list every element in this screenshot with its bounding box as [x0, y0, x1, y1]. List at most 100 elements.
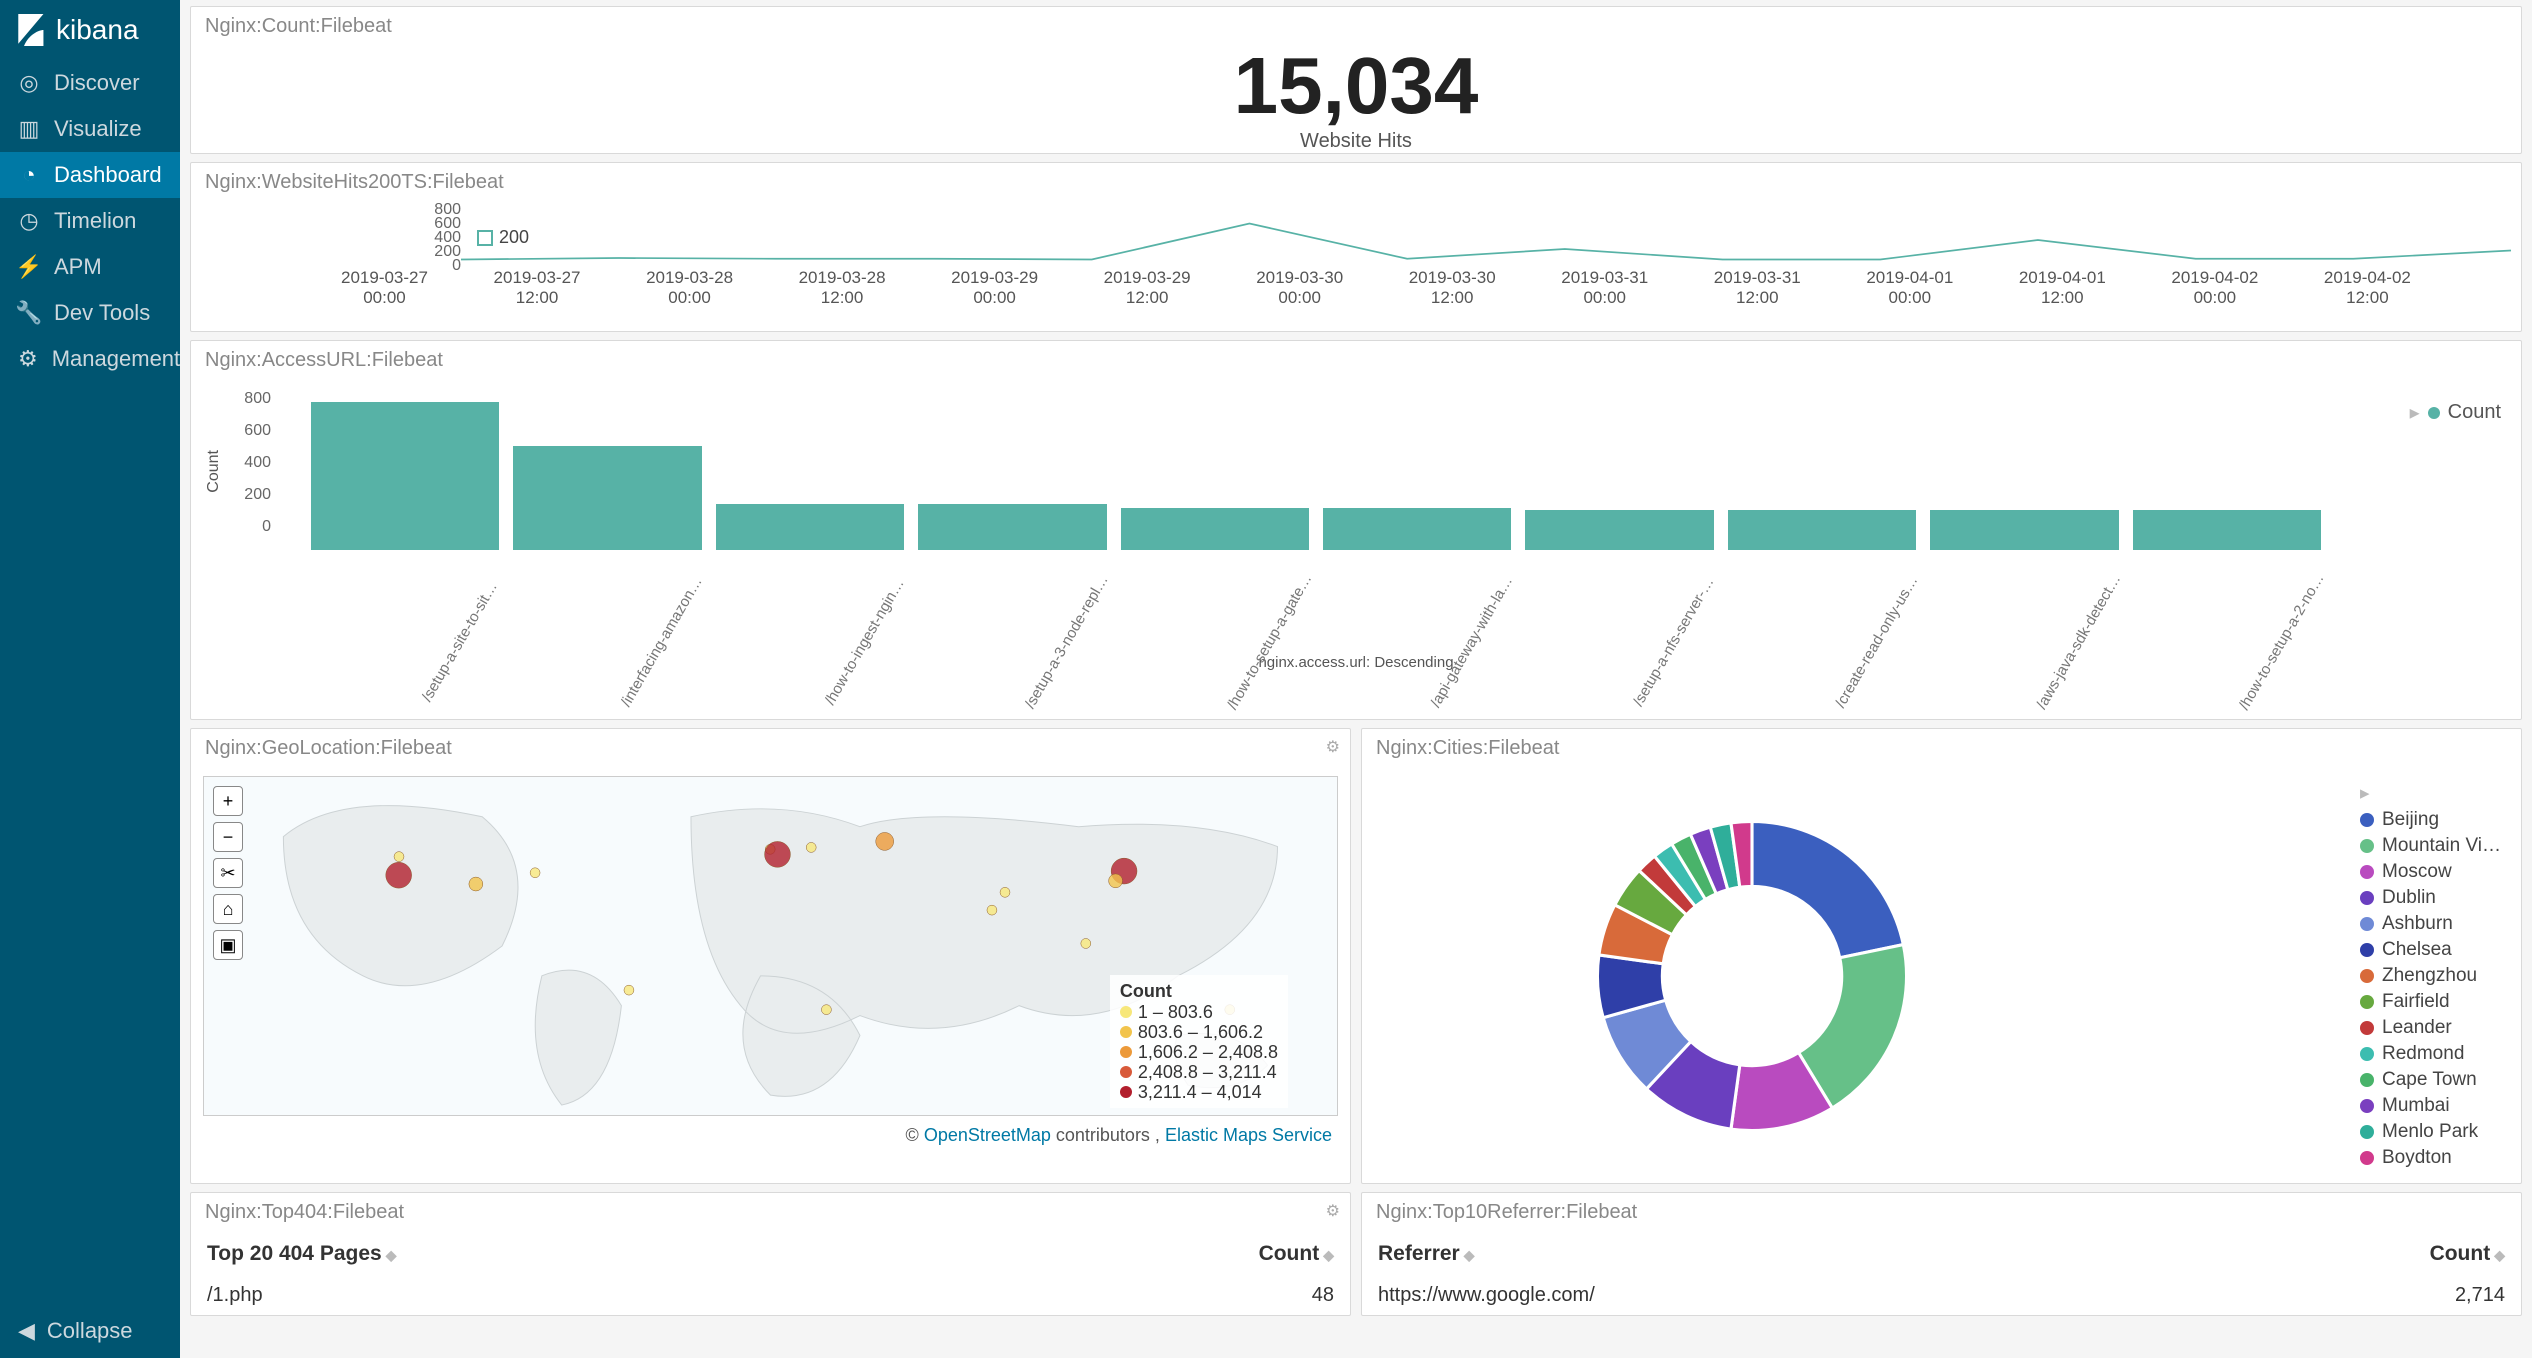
legend-item[interactable]: Beijing — [2360, 809, 2501, 831]
collapse-label: Collapse — [47, 1318, 133, 1344]
ts-y-axis: 8006004002000 — [421, 203, 461, 273]
gear-icon[interactable]: ⚙ — [1326, 1201, 1340, 1221]
nav-label: Discover — [54, 70, 140, 96]
bar[interactable] — [1728, 510, 1916, 550]
sort-icon: ◆ — [1323, 1247, 1334, 1263]
legend-swatch — [2360, 1099, 2374, 1113]
legend-label: Moscow — [2382, 861, 2452, 883]
legend-item[interactable]: Cape Town — [2360, 1069, 2501, 1091]
zoom-in-button[interactable]: + — [213, 786, 243, 816]
legend-item[interactable]: Leander — [2360, 1017, 2501, 1039]
legend-label: 200 — [499, 227, 529, 248]
legend-item[interactable]: Dublin — [2360, 887, 2501, 909]
nav-item-apm[interactable]: ⚡ APM — [0, 244, 180, 290]
legend-label: Mountain Vi… — [2382, 835, 2501, 857]
panel-referrer: Nginx:Top10Referrer:Filebeat Referrer◆ C… — [1361, 1192, 2522, 1316]
legend-item[interactable]: Menlo Park — [2360, 1121, 2501, 1143]
panel-title: Nginx:Top10Referrer:Filebeat — [1362, 1193, 2521, 1232]
legend-swatch — [2360, 1021, 2374, 1035]
legend-label: Zhengzhou — [2382, 965, 2477, 987]
legend-item[interactable]: Chelsea — [2360, 939, 2501, 961]
ts-legend[interactable]: 200 — [471, 225, 535, 250]
collapse-button[interactable]: ◀ Collapse — [0, 1304, 180, 1358]
panel-title: Nginx:Top404:Filebeat — [191, 1193, 1350, 1232]
bar[interactable] — [918, 504, 1106, 550]
legend-label: Dublin — [2382, 887, 2436, 909]
legend-swatch — [1120, 1006, 1132, 1018]
legend-label: Beijing — [2382, 809, 2439, 831]
bar[interactable] — [1525, 510, 1713, 550]
gear-icon[interactable]: ⚙ — [1326, 737, 1340, 757]
metric-value: 15,034 — [191, 46, 2521, 126]
ems-link[interactable]: Elastic Maps Service — [1165, 1125, 1332, 1145]
bar[interactable] — [513, 446, 701, 550]
bar[interactable] — [716, 504, 904, 550]
panel-barchart: Nginx:AccessURL:Filebeat Count 800600400… — [190, 340, 2522, 720]
brand-label: kibana — [56, 14, 139, 46]
col-referrer[interactable]: Referrer◆ — [1362, 1232, 2171, 1276]
col-count[interactable]: Count◆ — [971, 1232, 1350, 1276]
legend-swatch — [1120, 1026, 1132, 1038]
nav-label: Dev Tools — [54, 300, 150, 326]
legend-item[interactable]: Redmond — [2360, 1043, 2501, 1065]
legend-swatch — [2360, 917, 2374, 931]
legend-swatch — [2360, 943, 2374, 957]
col-count[interactable]: Count◆ — [2171, 1232, 2521, 1276]
timeseries-chart[interactable] — [461, 204, 2511, 264]
panel-metric: Nginx:Count:Filebeat 15,034 Website Hits — [190, 6, 2522, 154]
donut-legend: ▸BeijingMountain Vi…MoscowDublinAshburnC… — [2360, 782, 2501, 1169]
nav-item-dashboard[interactable]: ◔Dashboard — [0, 152, 180, 198]
nav-item-dev-tools[interactable]: 🔧Dev Tools — [0, 290, 180, 336]
donut-chart[interactable] — [1582, 806, 1922, 1146]
legend-swatch — [2360, 1073, 2374, 1087]
bolt-icon: ⚡ — [18, 256, 40, 278]
sort-icon: ◆ — [2494, 1247, 2505, 1263]
panel-title: Nginx:WebsiteHits200TS:Filebeat — [191, 163, 2521, 202]
nav-item-management[interactable]: ⚙Management — [0, 336, 180, 382]
dashboard-main: Nginx:Count:Filebeat 15,034 Website Hits… — [180, 0, 2532, 1358]
nav-label: Management — [52, 346, 180, 372]
legend-item[interactable]: Ashburn — [2360, 913, 2501, 935]
bar-row[interactable] — [221, 390, 2491, 550]
sort-icon: ◆ — [386, 1247, 397, 1263]
bar[interactable] — [1121, 508, 1309, 550]
bar[interactable] — [1323, 508, 1511, 550]
bar[interactable] — [2133, 510, 2321, 550]
legend-label: Leander — [2382, 1017, 2452, 1039]
col-page[interactable]: Top 20 404 Pages◆ — [191, 1232, 971, 1276]
legend-item[interactable]: Zhengzhou — [2360, 965, 2501, 987]
map-attribution: © OpenStreetMap contributors , Elastic M… — [203, 1121, 1338, 1146]
legend-item[interactable]: Fairfield — [2360, 991, 2501, 1013]
home-button[interactable]: ⌂ — [213, 894, 243, 924]
map-controls: + − ✂ ⌂ ▣ — [213, 786, 243, 960]
nav-item-discover[interactable]: ◎Discover — [0, 60, 180, 106]
kibana-logo-icon — [18, 14, 46, 46]
legend-item[interactable]: Mumbai — [2360, 1095, 2501, 1117]
legend-label: 1,606.2 – 2,408.8 — [1138, 1042, 1278, 1062]
crop-button[interactable]: ✂ — [213, 858, 243, 888]
referrer-table: Referrer◆ Count◆ https://www.google.com/… — [1362, 1232, 2521, 1315]
nav-item-timelion[interactable]: ◷Timelion — [0, 198, 180, 244]
nav-label: APM — [54, 254, 102, 280]
table-row[interactable]: https://www.google.com/2,714 — [1362, 1276, 2521, 1315]
table-row[interactable]: /1.php48 — [191, 1276, 1350, 1315]
nav-list: ◎Discover▥Visualize◔Dashboard◷Timelion ⚡ A… — [0, 60, 180, 382]
legend-item[interactable]: Moscow — [2360, 861, 2501, 883]
bar-legend[interactable]: ▸ Count — [2410, 400, 2501, 425]
osm-link[interactable]: OpenStreetMap — [924, 1125, 1051, 1145]
bar[interactable] — [311, 402, 499, 550]
legend-label: Fairfield — [2382, 991, 2450, 1013]
legend-item[interactable]: Mountain Vi… — [2360, 835, 2501, 857]
fit-button[interactable]: ▣ — [213, 930, 243, 960]
chevron-right-icon: ▸ — [2410, 400, 2420, 425]
zoom-out-button[interactable]: − — [213, 822, 243, 852]
legend-label: Mumbai — [2382, 1095, 2450, 1117]
pie-slice-icon: ◔ — [18, 164, 40, 186]
chevron-left-icon: ◀ — [18, 1318, 35, 1344]
bar-y-label: Count — [205, 450, 223, 493]
legend-label: Ashburn — [2382, 913, 2453, 935]
panel-title: Nginx:GeoLocation:Filebeat — [191, 729, 1350, 768]
legend-item[interactable]: Boydton — [2360, 1147, 2501, 1169]
nav-item-visualize[interactable]: ▥Visualize — [0, 106, 180, 152]
bar[interactable] — [1930, 510, 2118, 550]
